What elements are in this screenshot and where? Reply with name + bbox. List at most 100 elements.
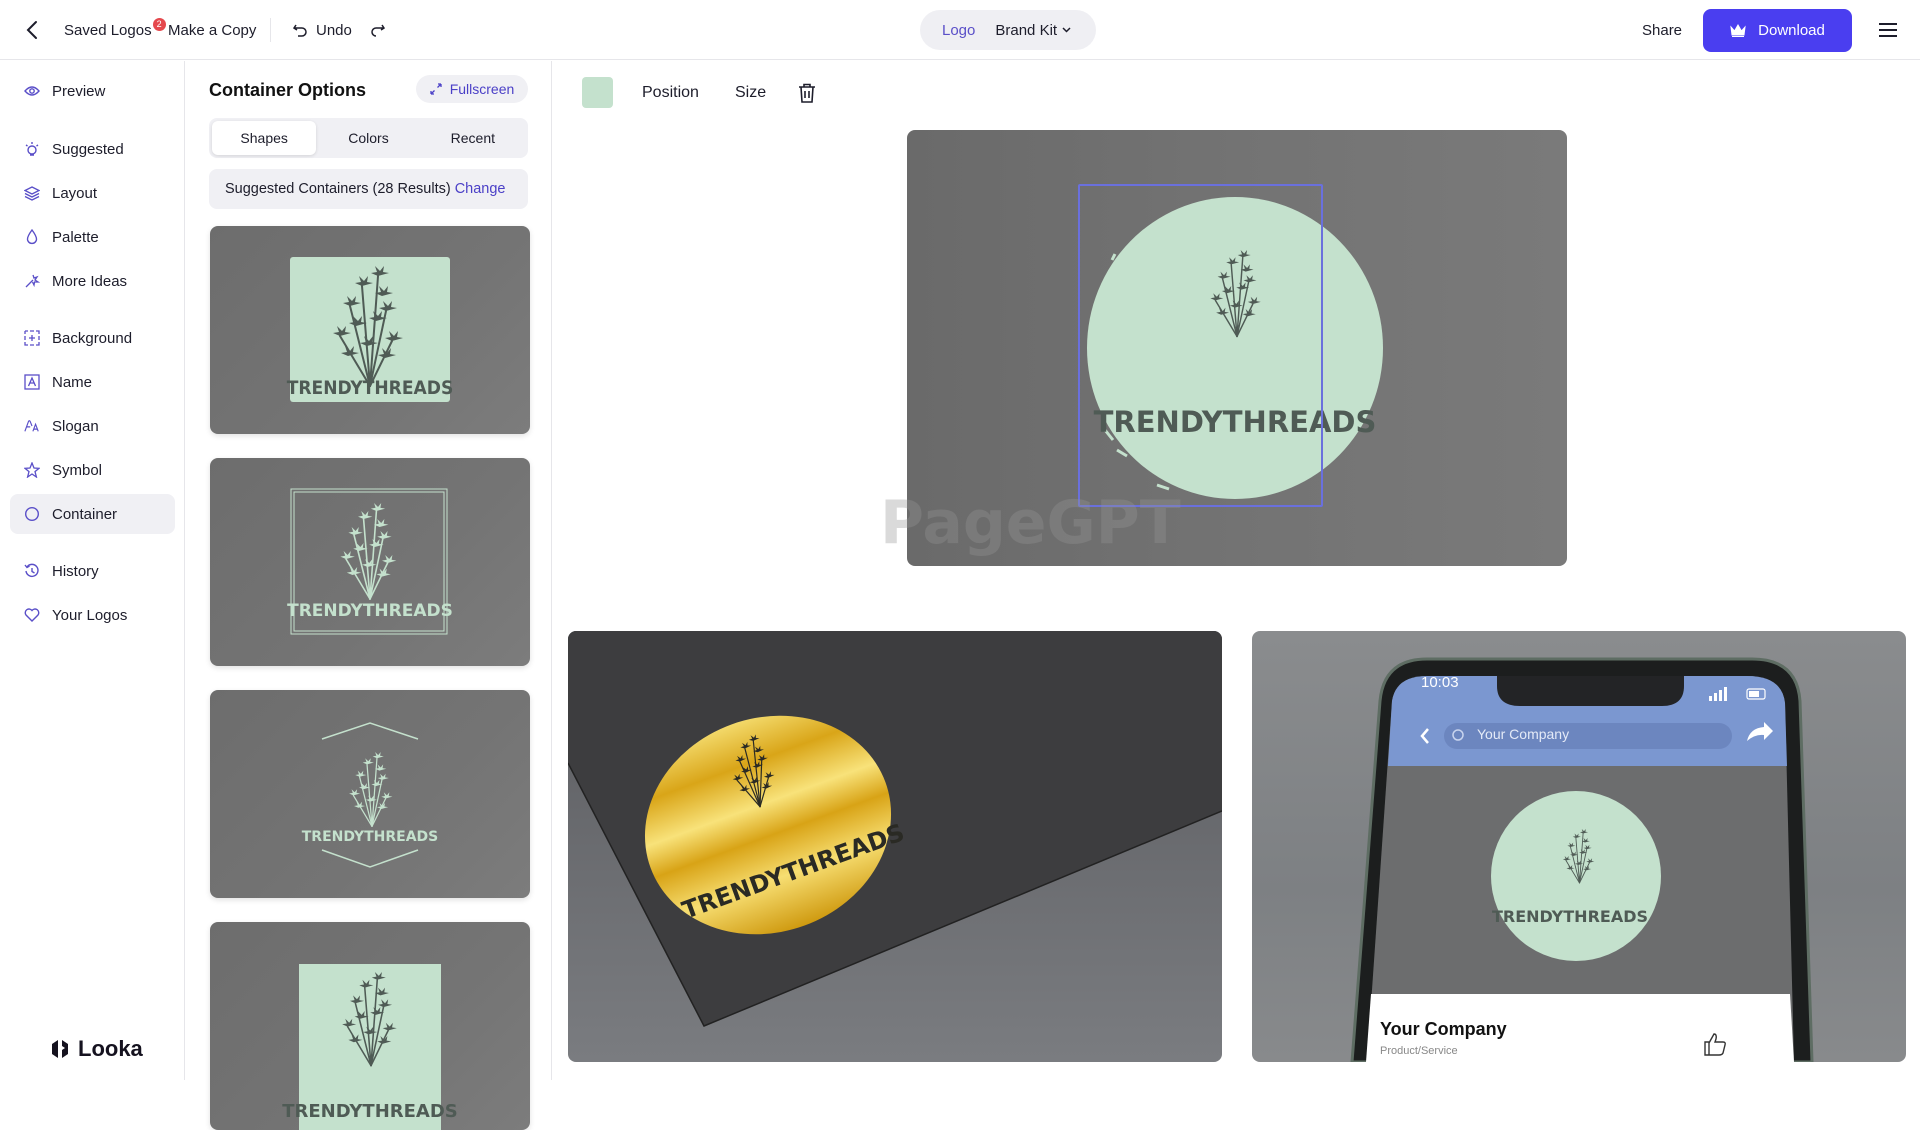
mode-switch: Logo Brand Kit bbox=[920, 10, 1096, 50]
sidebar-item-label: Your Logos bbox=[52, 606, 128, 624]
phone-time: 10:03 bbox=[1421, 674, 1459, 691]
sidebar-item-label: Container bbox=[52, 505, 118, 523]
sidebar-item-your-logos[interactable]: Your Logos bbox=[10, 595, 175, 635]
logo-preview: TRENDYTHREADS bbox=[282, 964, 458, 1130]
suggested-containers-text: Suggested Containers (28 Results) bbox=[225, 181, 451, 197]
sidebar-item-preview[interactable]: Preview bbox=[10, 71, 175, 111]
sidebar-item-symbol[interactable]: Symbol bbox=[10, 450, 175, 490]
sidebar-item-label: More Ideas bbox=[52, 272, 128, 290]
sidebar-item-slogan[interactable]: Slogan bbox=[10, 406, 175, 446]
looka-brand-logo: Looka bbox=[50, 1036, 143, 1062]
container-option-filled-rectangle[interactable]: TRENDYTHREADS bbox=[210, 226, 530, 434]
change-link[interactable]: Change bbox=[455, 181, 506, 197]
saved-logos-label: Saved Logos bbox=[64, 21, 152, 39]
sidebar-item-background[interactable]: Background bbox=[10, 318, 175, 358]
download-button[interactable]: Download bbox=[1703, 9, 1852, 52]
sticker-mockup: TRENDYTHREADS bbox=[568, 631, 1222, 1062]
brand-kit-label: Brand Kit bbox=[995, 21, 1058, 39]
phone-mockup-art: TRENDYTHREADS bbox=[1350, 657, 1814, 1062]
crown-icon bbox=[1730, 23, 1746, 37]
sidebar-item-palette[interactable]: Palette bbox=[10, 217, 175, 257]
saved-logos-button[interactable]: Saved Logos 2 bbox=[64, 0, 166, 60]
saved-logos-count-badge: 2 bbox=[152, 17, 166, 31]
tab-shapes[interactable]: Shapes bbox=[212, 121, 317, 155]
position-button[interactable]: Position bbox=[642, 76, 699, 110]
selected-container-bounding-box[interactable] bbox=[1078, 184, 1323, 507]
phone-company-category: Product/Service bbox=[1380, 1045, 1458, 1057]
logo-text: TRENDYTHREADS bbox=[287, 377, 454, 399]
redo-icon bbox=[371, 24, 386, 37]
container-tabs: Shapes Colors Recent bbox=[209, 118, 528, 158]
undo-button[interactable]: Undo bbox=[292, 0, 352, 60]
sidebar-item-label: Layout bbox=[52, 184, 98, 202]
container-color-swatch[interactable] bbox=[582, 77, 613, 108]
tab-colors[interactable]: Colors bbox=[316, 121, 420, 155]
like-icon bbox=[1704, 1033, 1726, 1056]
container-option-outlined-rectangle[interactable]: TRENDYTHREADS bbox=[210, 458, 530, 666]
redo-button[interactable] bbox=[370, 0, 386, 60]
fullscreen-button[interactable]: Fullscreen bbox=[416, 75, 528, 103]
font-size-icon bbox=[24, 418, 40, 434]
tab-recent[interactable]: Recent bbox=[421, 121, 525, 155]
logo-text: TRENDYTHREADS bbox=[287, 601, 453, 621]
sidebar-item-more-ideas[interactable]: More Ideas bbox=[10, 261, 175, 301]
undo-icon bbox=[292, 24, 307, 37]
phone-search-text: Your Company bbox=[1477, 726, 1570, 742]
logo-text: TRENDYTHREADS bbox=[302, 829, 439, 845]
sidebar-item-label: Slogan bbox=[52, 417, 99, 435]
sidebar-item-container[interactable]: Container bbox=[10, 494, 175, 534]
make-copy-button[interactable]: Make a Copy bbox=[168, 0, 256, 60]
sticker-mockup-art: TRENDYTHREADS bbox=[568, 631, 1222, 1027]
logo-preview: TRENDYTHREADS bbox=[287, 488, 453, 635]
undo-label: Undo bbox=[316, 21, 352, 39]
sidebar-item-label: Name bbox=[52, 373, 93, 391]
sidebar-item-label: Preview bbox=[52, 82, 106, 100]
chevron-left-icon bbox=[26, 21, 37, 39]
sidebar-item-name[interactable]: Name bbox=[10, 362, 175, 402]
layers-icon bbox=[24, 185, 40, 201]
mode-logo-tab[interactable]: Logo bbox=[942, 22, 975, 39]
expand-icon bbox=[430, 83, 442, 95]
top-bar: Saved Logos 2 Make a Copy Undo Logo Bran… bbox=[0, 0, 1920, 60]
size-button[interactable]: Size bbox=[735, 76, 766, 110]
back-button[interactable] bbox=[20, 0, 44, 60]
trash-icon bbox=[799, 83, 815, 103]
background-grid-icon bbox=[24, 330, 40, 346]
suggested-containers-bar: Suggested Containers (28 Results) Change bbox=[209, 169, 528, 209]
container-options-panel: Container Options Fullscreen Shapes Colo… bbox=[186, 61, 552, 1130]
lightbulb-icon bbox=[24, 141, 40, 157]
sidebar-item-suggested[interactable]: Suggested bbox=[10, 129, 175, 169]
star-icon bbox=[24, 462, 40, 478]
download-label: Download bbox=[1758, 22, 1825, 39]
sidebar-item-history[interactable]: History bbox=[10, 551, 175, 591]
looka-logo-icon bbox=[52, 1040, 68, 1058]
delete-button[interactable] bbox=[798, 76, 816, 110]
fullscreen-label: Fullscreen bbox=[449, 81, 515, 97]
circle-icon bbox=[24, 506, 40, 522]
sidebar-item-label: Suggested bbox=[52, 140, 124, 158]
container-option-filled-tall-rectangle[interactable]: TRENDYTHREADS bbox=[210, 922, 530, 1130]
sidebar-item-layout[interactable]: Layout bbox=[10, 173, 175, 213]
phone-company-name: Your Company bbox=[1380, 1019, 1507, 1039]
logo-text: TRENDYTHREADS bbox=[282, 1101, 458, 1122]
panel-title: Container Options bbox=[209, 80, 366, 100]
menu-button[interactable] bbox=[1876, 0, 1900, 60]
sidebar-item-label: Symbol bbox=[52, 461, 103, 479]
logo-text: TRENDYTHREADS bbox=[1492, 907, 1648, 926]
logo-preview: TRENDYTHREADS bbox=[287, 257, 454, 402]
brand-name: Looka bbox=[78, 1036, 143, 1061]
eye-icon bbox=[24, 83, 40, 99]
container-option-hexagon[interactable]: TRENDYTHREADS bbox=[210, 690, 530, 898]
phone-mockup: TRENDYTHREADS 10:03 Your Company Your Co… bbox=[1252, 631, 1906, 1062]
hamburger-menu-icon bbox=[1879, 23, 1897, 37]
sidebar-item-label: Background bbox=[52, 329, 133, 347]
logo-preview: TRENDYTHREADS bbox=[302, 722, 439, 868]
share-button[interactable]: Share bbox=[1642, 0, 1682, 60]
logo-canvas[interactable]: TRENDYTHREADS bbox=[907, 130, 1567, 566]
chevron-down-icon bbox=[1062, 27, 1071, 33]
sidebar-item-label: History bbox=[52, 562, 99, 580]
droplet-icon bbox=[24, 229, 40, 245]
mode-brand-kit-dropdown[interactable]: Brand Kit bbox=[995, 22, 1071, 39]
heart-icon bbox=[24, 607, 40, 623]
magic-wand-icon bbox=[24, 273, 40, 289]
